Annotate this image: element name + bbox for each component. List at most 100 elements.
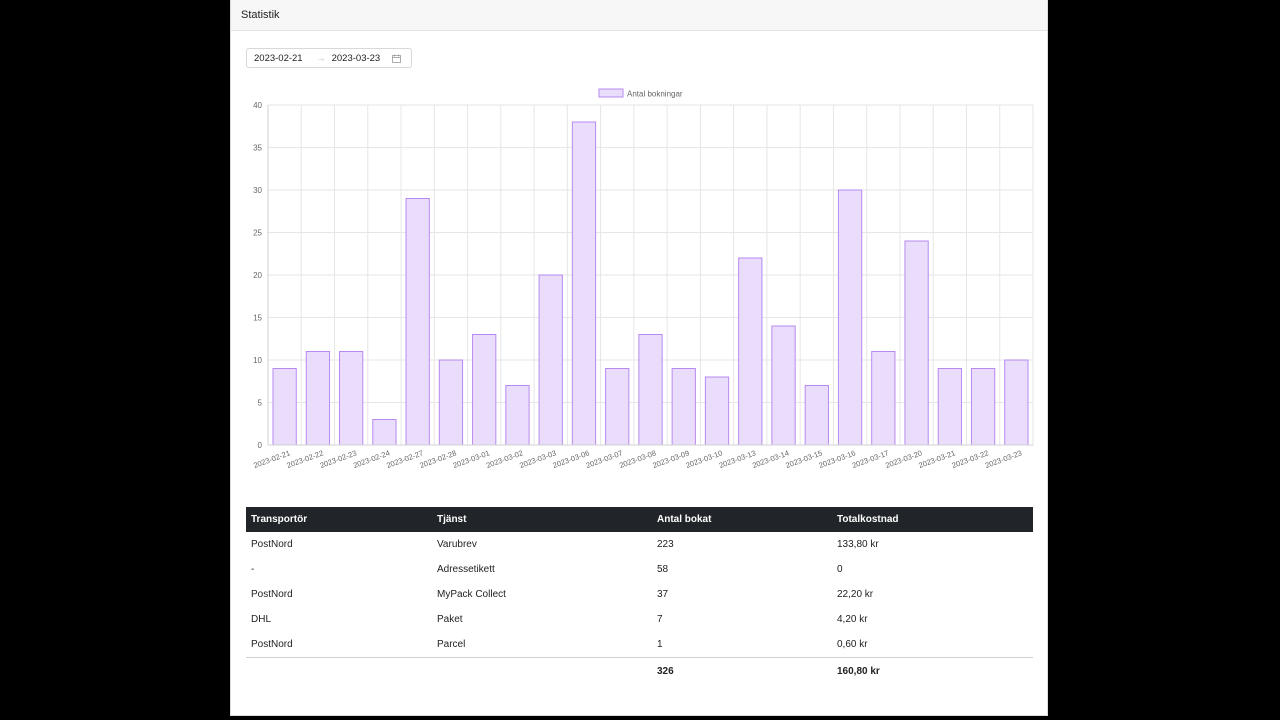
y-tick-label: 30: [253, 186, 262, 195]
x-tick-label: 2023-03-13: [718, 448, 757, 470]
table-row: DHL Paket 7 4,20 kr: [246, 607, 1033, 632]
arrow-right-icon: →: [316, 53, 326, 63]
chart-bar: [272, 368, 297, 446]
legend-swatch: [598, 88, 624, 98]
x-tick-label: 2023-03-07: [585, 448, 624, 470]
x-tick-label: 2023-03-22: [951, 448, 990, 470]
cell-total-cost: 0: [837, 564, 843, 575]
total-cost: 160,80 kr: [832, 657, 1033, 684]
cell-service: Adressetikett: [437, 564, 495, 575]
y-tick-label: 20: [253, 271, 262, 280]
x-tick-label: 2023-03-14: [751, 448, 790, 470]
y-tick-label: 0: [258, 441, 263, 450]
x-tick-label: 2023-03-10: [685, 448, 724, 470]
chart-bar: [738, 257, 763, 446]
y-tick-label: 5: [258, 399, 263, 408]
y-tick-label: 25: [253, 229, 262, 238]
chart-bar: [505, 385, 530, 446]
chart-bar: [904, 240, 929, 446]
chart-bar: [937, 368, 962, 446]
chart-bar: [305, 351, 331, 446]
start-date-input[interactable]: 2023-02-21: [254, 53, 303, 64]
cell-service: Varubrev: [437, 539, 477, 550]
chart-bar: [571, 121, 597, 446]
y-tick-label: 15: [253, 314, 262, 323]
chart-bar: [438, 359, 464, 446]
x-tick-label: 2023-03-08: [618, 448, 657, 470]
calendar-icon[interactable]: [392, 54, 402, 63]
table-row: PostNord Parcel 1 0,60 kr: [246, 632, 1033, 658]
chart-bar: [804, 385, 829, 446]
x-tick-label: 2023-02-21: [252, 448, 291, 470]
cell-service: MyPack Collect: [437, 589, 506, 600]
cell-booked-count: 37: [657, 589, 669, 600]
chart-bar: [871, 351, 896, 446]
bookings-chart: 0 5 10 15 20 25 30 35 40 2023-02-21 2023-02-22 2023…: [231, 85, 1049, 485]
cell-booked-count: 58: [657, 564, 669, 575]
x-tick-label: 2023-03-09: [651, 448, 690, 470]
chart-bar: [837, 189, 863, 446]
cell-service: Parcel: [437, 639, 466, 650]
chart-bar: [671, 368, 696, 446]
header-transporter: Transportör: [246, 507, 432, 532]
table-row: PostNord MyPack Collect 37 22,20 kr: [246, 582, 1033, 607]
date-range-picker[interactable]: 2023-02-21 → 2023-03-23: [246, 48, 412, 68]
y-tick-label: 40: [253, 101, 262, 110]
chart-bar: [538, 274, 563, 446]
cell-transporter: -: [251, 564, 255, 575]
x-tick-label: 2023-03-03: [518, 448, 557, 470]
x-tick-label: 2023-03-16: [818, 448, 857, 470]
statistics-panel: Statistik 2023-02-21 → 2023-03-23 0 5 10 15…: [230, 0, 1048, 716]
cell-booked-count: 7: [657, 614, 663, 625]
x-tick-label: 2023-03-06: [552, 448, 591, 470]
x-tick-label: 2023-03-17: [851, 448, 890, 470]
y-tick-label: 35: [253, 144, 262, 153]
table-header-row: Transportör Tjänst Antal bokat Totalkost…: [246, 507, 1033, 532]
table-row: - Adressetikett 58 0: [246, 557, 1033, 582]
chart-bar: [771, 325, 796, 446]
cell-total-cost: 0,60 kr: [837, 639, 868, 650]
x-tick-label: 2023-03-01: [452, 448, 491, 470]
x-tick-label: 2023-02-28: [418, 448, 457, 470]
x-tick-label: 2023-02-24: [352, 448, 391, 470]
chart-bar: [970, 368, 996, 446]
cell-booked-count: 223: [657, 539, 674, 550]
x-tick-label: 2023-02-23: [319, 448, 358, 470]
x-tick-label: 2023-03-20: [884, 448, 923, 470]
panel-header: Statistik: [231, 0, 1047, 31]
chart-bar: [339, 351, 364, 446]
table-row: PostNord Varubrev 223 133,80 kr: [246, 532, 1033, 557]
cell-total-cost: 22,20 kr: [837, 589, 874, 600]
chart-bar: [372, 419, 397, 446]
bookings-chart-svg: 05101520253035402023-02-212023-02-222023…: [252, 88, 1034, 470]
x-tick-label: 2023-03-21: [917, 448, 956, 470]
x-tick-label: 2023-03-02: [485, 448, 524, 470]
cell-transporter: PostNord: [251, 589, 293, 600]
chart-bar: [605, 368, 630, 446]
table-total-row: 326 160,80 kr: [246, 657, 1033, 684]
chart-bar: [704, 376, 730, 446]
chart-bar: [405, 198, 430, 446]
end-date-input[interactable]: 2023-03-23: [332, 53, 381, 64]
panel-title: Statistik: [241, 9, 280, 21]
chart-bar: [1004, 359, 1029, 446]
total-empty-cell: [432, 657, 652, 684]
cell-total-cost: 133,80 kr: [837, 539, 879, 550]
legend-label: Antal bokningar: [627, 90, 683, 99]
cell-transporter: PostNord: [251, 539, 293, 550]
x-tick-label: 2023-03-15: [784, 448, 823, 470]
statistics-table: Transportör Tjänst Antal bokat Totalkost…: [246, 507, 1033, 684]
cell-transporter: PostNord: [251, 639, 293, 650]
cell-booked-count: 1: [657, 639, 663, 650]
total-booked-count: 326: [652, 657, 832, 684]
x-tick-label: 2023-02-27: [385, 448, 424, 470]
y-tick-label: 10: [253, 356, 262, 365]
chart-bar: [638, 334, 663, 446]
cell-total-cost: 4,20 kr: [837, 614, 868, 625]
chart-bar: [472, 334, 497, 446]
x-tick-label: 2023-02-22: [285, 448, 324, 470]
cell-transporter: DHL: [251, 614, 272, 625]
total-empty-cell: [246, 657, 432, 684]
cell-service: Paket: [437, 614, 463, 625]
header-service: Tjänst: [432, 507, 652, 532]
